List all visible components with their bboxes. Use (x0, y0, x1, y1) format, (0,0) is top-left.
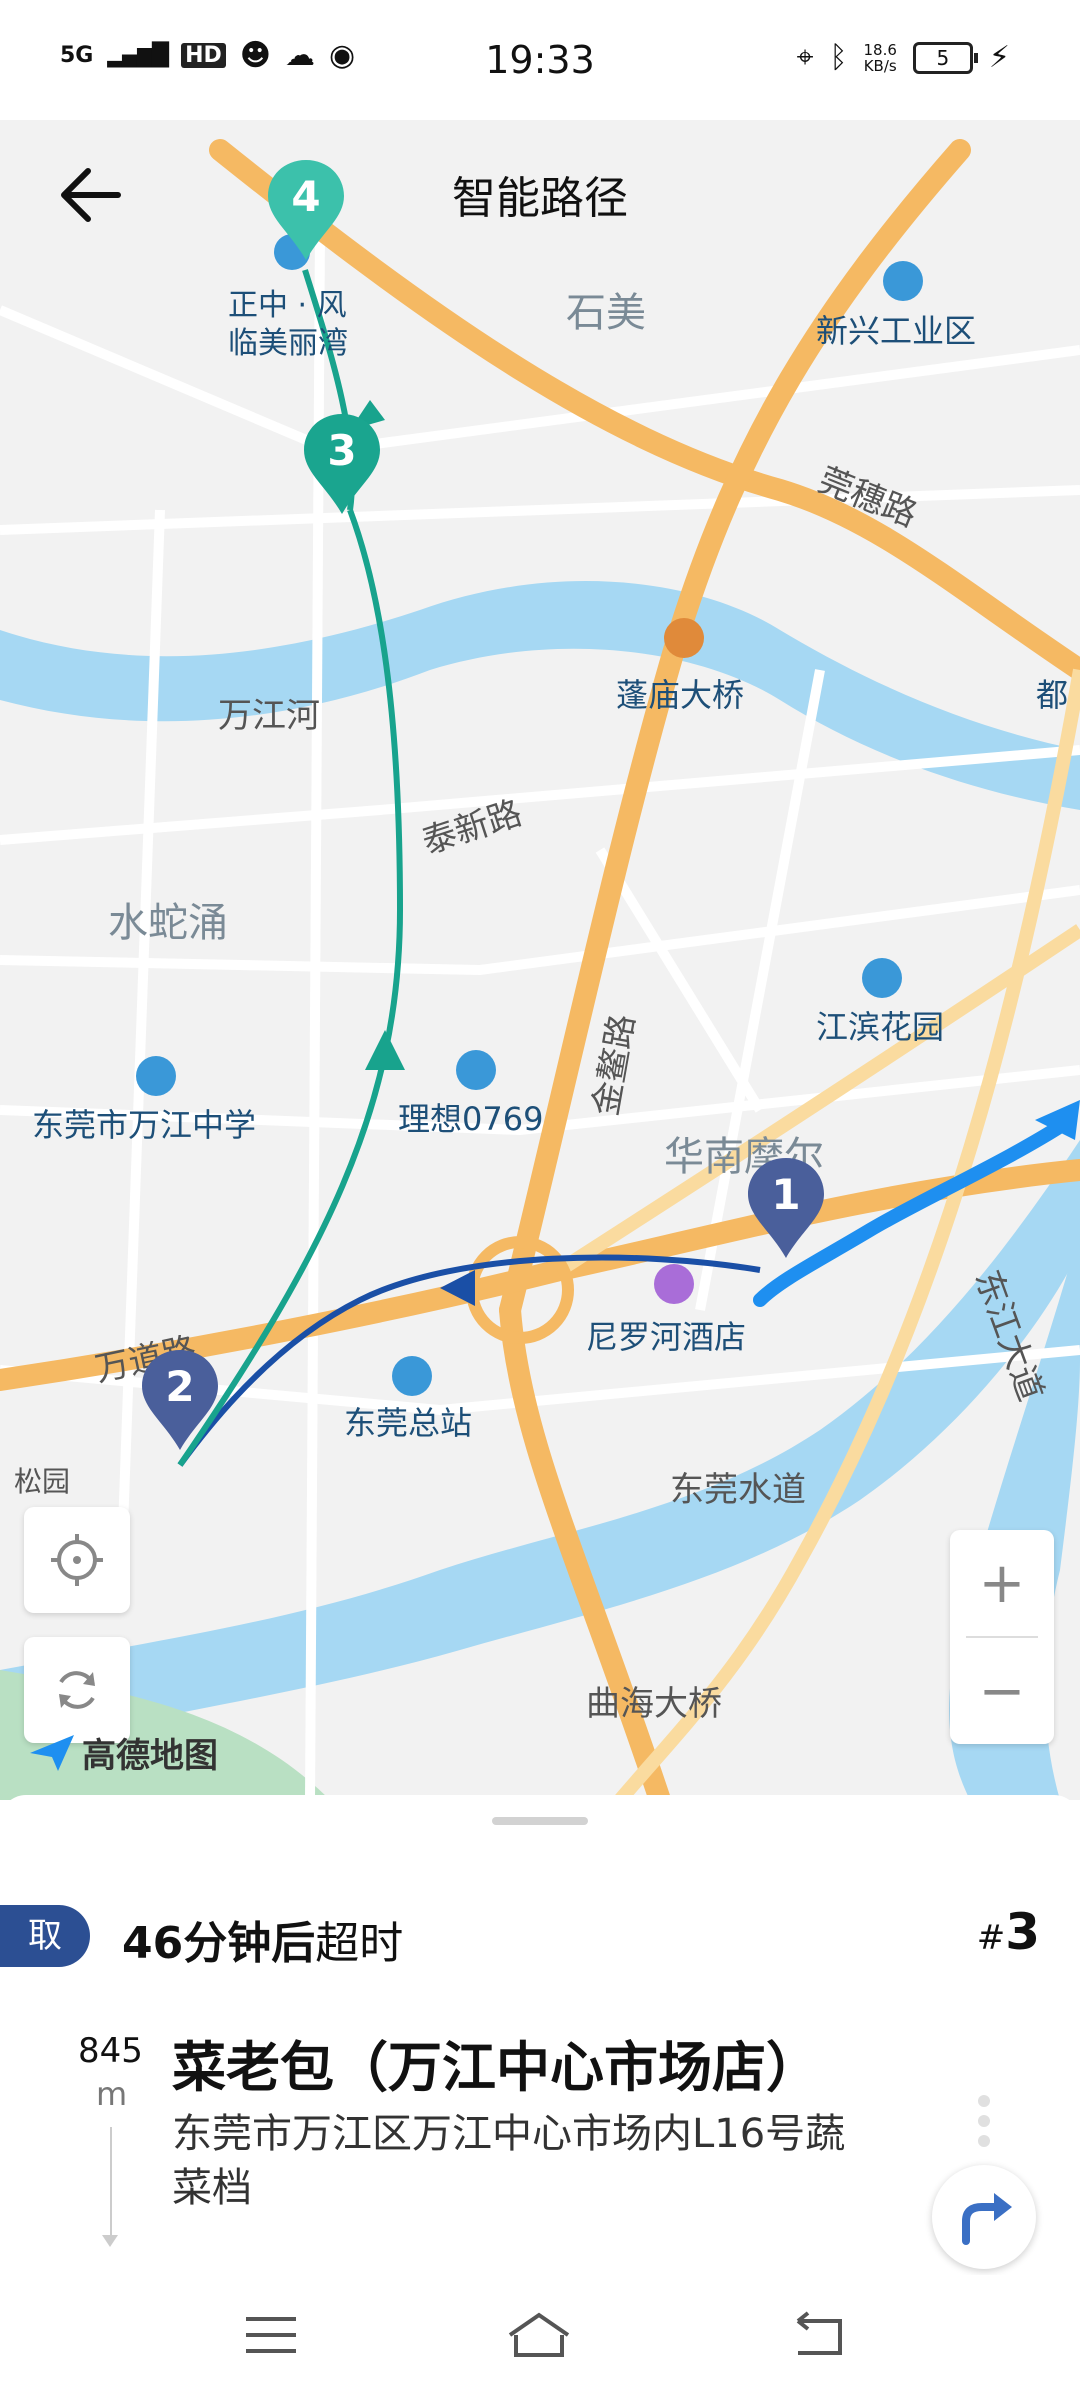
locate-button[interactable] (24, 1507, 130, 1613)
label-niluohe-hotel: 尼罗河酒店 (586, 1318, 747, 1356)
timeout-suffix: 超时 (315, 1918, 404, 1969)
return-icon (796, 2311, 842, 2355)
map-view[interactable]: 石美 新兴工业区 莞穗路 都 蓬庙大桥 万江河 泰新路 金鳌路 水蛇涌 江滨花园… (0, 110, 1080, 1800)
timeout-minutes: 46分钟后 (122, 1918, 316, 1969)
page-title: 智能路径 (452, 173, 628, 224)
amap-logo-icon (30, 1734, 74, 1771)
order-sheet: 取 46分钟后超时 #3 845 m 菜老包（万江中心市场店） 东莞市万江区万江… (0, 1795, 1080, 2275)
back-nav-button[interactable] (784, 2305, 854, 2365)
marker-number: 3 (327, 426, 357, 475)
system-nav-bar (0, 2275, 1080, 2400)
distance-unit: m (96, 2075, 128, 2113)
hotel-poi-icon (654, 1264, 694, 1304)
marker-number: 2 (165, 1362, 195, 1411)
bridge-poi-icon (664, 618, 704, 658)
location-icon: ⌖ (796, 40, 814, 75)
river-wanjiang (0, 581, 1080, 810)
map-canvas (0, 139, 1080, 1800)
order-number-value: 3 (1005, 1903, 1040, 1961)
charging-icon: ⚡ (988, 40, 1010, 75)
bus-station-poi-icon (392, 1356, 432, 1396)
label-wanjiang-river: 万江河 (218, 696, 320, 736)
turn-right-arrow-icon (962, 2193, 1012, 2245)
status-bar: 5G ▂▄▆█ HD ☻ ☁ ◉ 19:33 ⌖ ᛒ 18.6 KB/s 5 ⚡ (0, 0, 1080, 120)
residence-poi-icon (862, 958, 902, 998)
label-dongguan-waterway: 东莞水道 (670, 1470, 806, 1510)
net-speed-value: 18.6 (863, 40, 897, 59)
amap-logo-text: 高德地图 (82, 1736, 218, 1776)
navigate-button[interactable] (932, 2165, 1036, 2269)
label-quhai-bridge: 曲海大桥 (586, 1684, 722, 1724)
marker-number: 1 (771, 1170, 801, 1219)
zoom-controls: + − (950, 1530, 1054, 1744)
label-dou: 都 (1036, 676, 1069, 714)
label-dongguan-station: 东莞总站 (344, 1404, 473, 1442)
industry-poi-icon (883, 261, 923, 301)
order-number: #3 (977, 1903, 1040, 1961)
label-shimei: 石美 (566, 290, 646, 336)
crosshair-icon (51, 1534, 103, 1586)
refresh-icon (59, 1671, 95, 1709)
distance-arrow-icon (102, 2235, 118, 2247)
zoom-out-button[interactable]: − (950, 1638, 1054, 1744)
label-zhengzhong-line2: 临美丽湾 (228, 326, 348, 361)
zoom-in-button[interactable]: + (950, 1530, 1054, 1636)
recent-apps-button[interactable] (236, 2305, 306, 2365)
label-jiangbin: 江滨花园 (816, 1008, 945, 1046)
label-xinxing: 新兴工业区 (816, 312, 977, 350)
label-shuishechong: 水蛇涌 (108, 900, 228, 946)
timeout-text: 46分钟后超时 (122, 1907, 403, 1971)
sheet-drag-handle[interactable] (492, 1817, 588, 1825)
net-speed: 18.6 KB/s (864, 42, 897, 74)
label-songyuan: 松园 (14, 1465, 71, 1498)
home-button[interactable] (504, 2305, 574, 2365)
more-dots-icon (978, 2095, 990, 2155)
status-right-icons: ⌖ ᛒ 18.6 KB/s 5 ⚡ (797, 40, 1010, 75)
amap-logo: 高德地图 (28, 1728, 218, 1777)
route-arrow-icon (365, 1030, 405, 1070)
label-wanjiang-school: 东莞市万江中学 (32, 1106, 257, 1144)
building-poi-icon (456, 1050, 496, 1090)
shop-name: 菜老包（万江中心市场店） (172, 2036, 820, 2099)
label-lixiang: 理想0769 (398, 1100, 544, 1138)
battery-icon: 5 (912, 41, 978, 74)
shop-address: 东莞市万江区万江中心市场内L16号蔬菜档 (172, 2111, 846, 2211)
distance-value: 845 (78, 2031, 143, 2071)
school-poi-icon (136, 1056, 176, 1096)
menu-icon (246, 2317, 296, 2353)
label-penggao-bridge: 蓬庙大桥 (616, 676, 745, 714)
order-number-prefix: # (976, 1918, 1006, 1958)
home-icon (508, 2312, 570, 2357)
pickup-tag: 取 (0, 1905, 90, 1967)
net-speed-unit: KB/s (863, 56, 897, 75)
bluetooth-icon: ᛒ (829, 40, 848, 75)
distance-line (110, 2127, 112, 2243)
